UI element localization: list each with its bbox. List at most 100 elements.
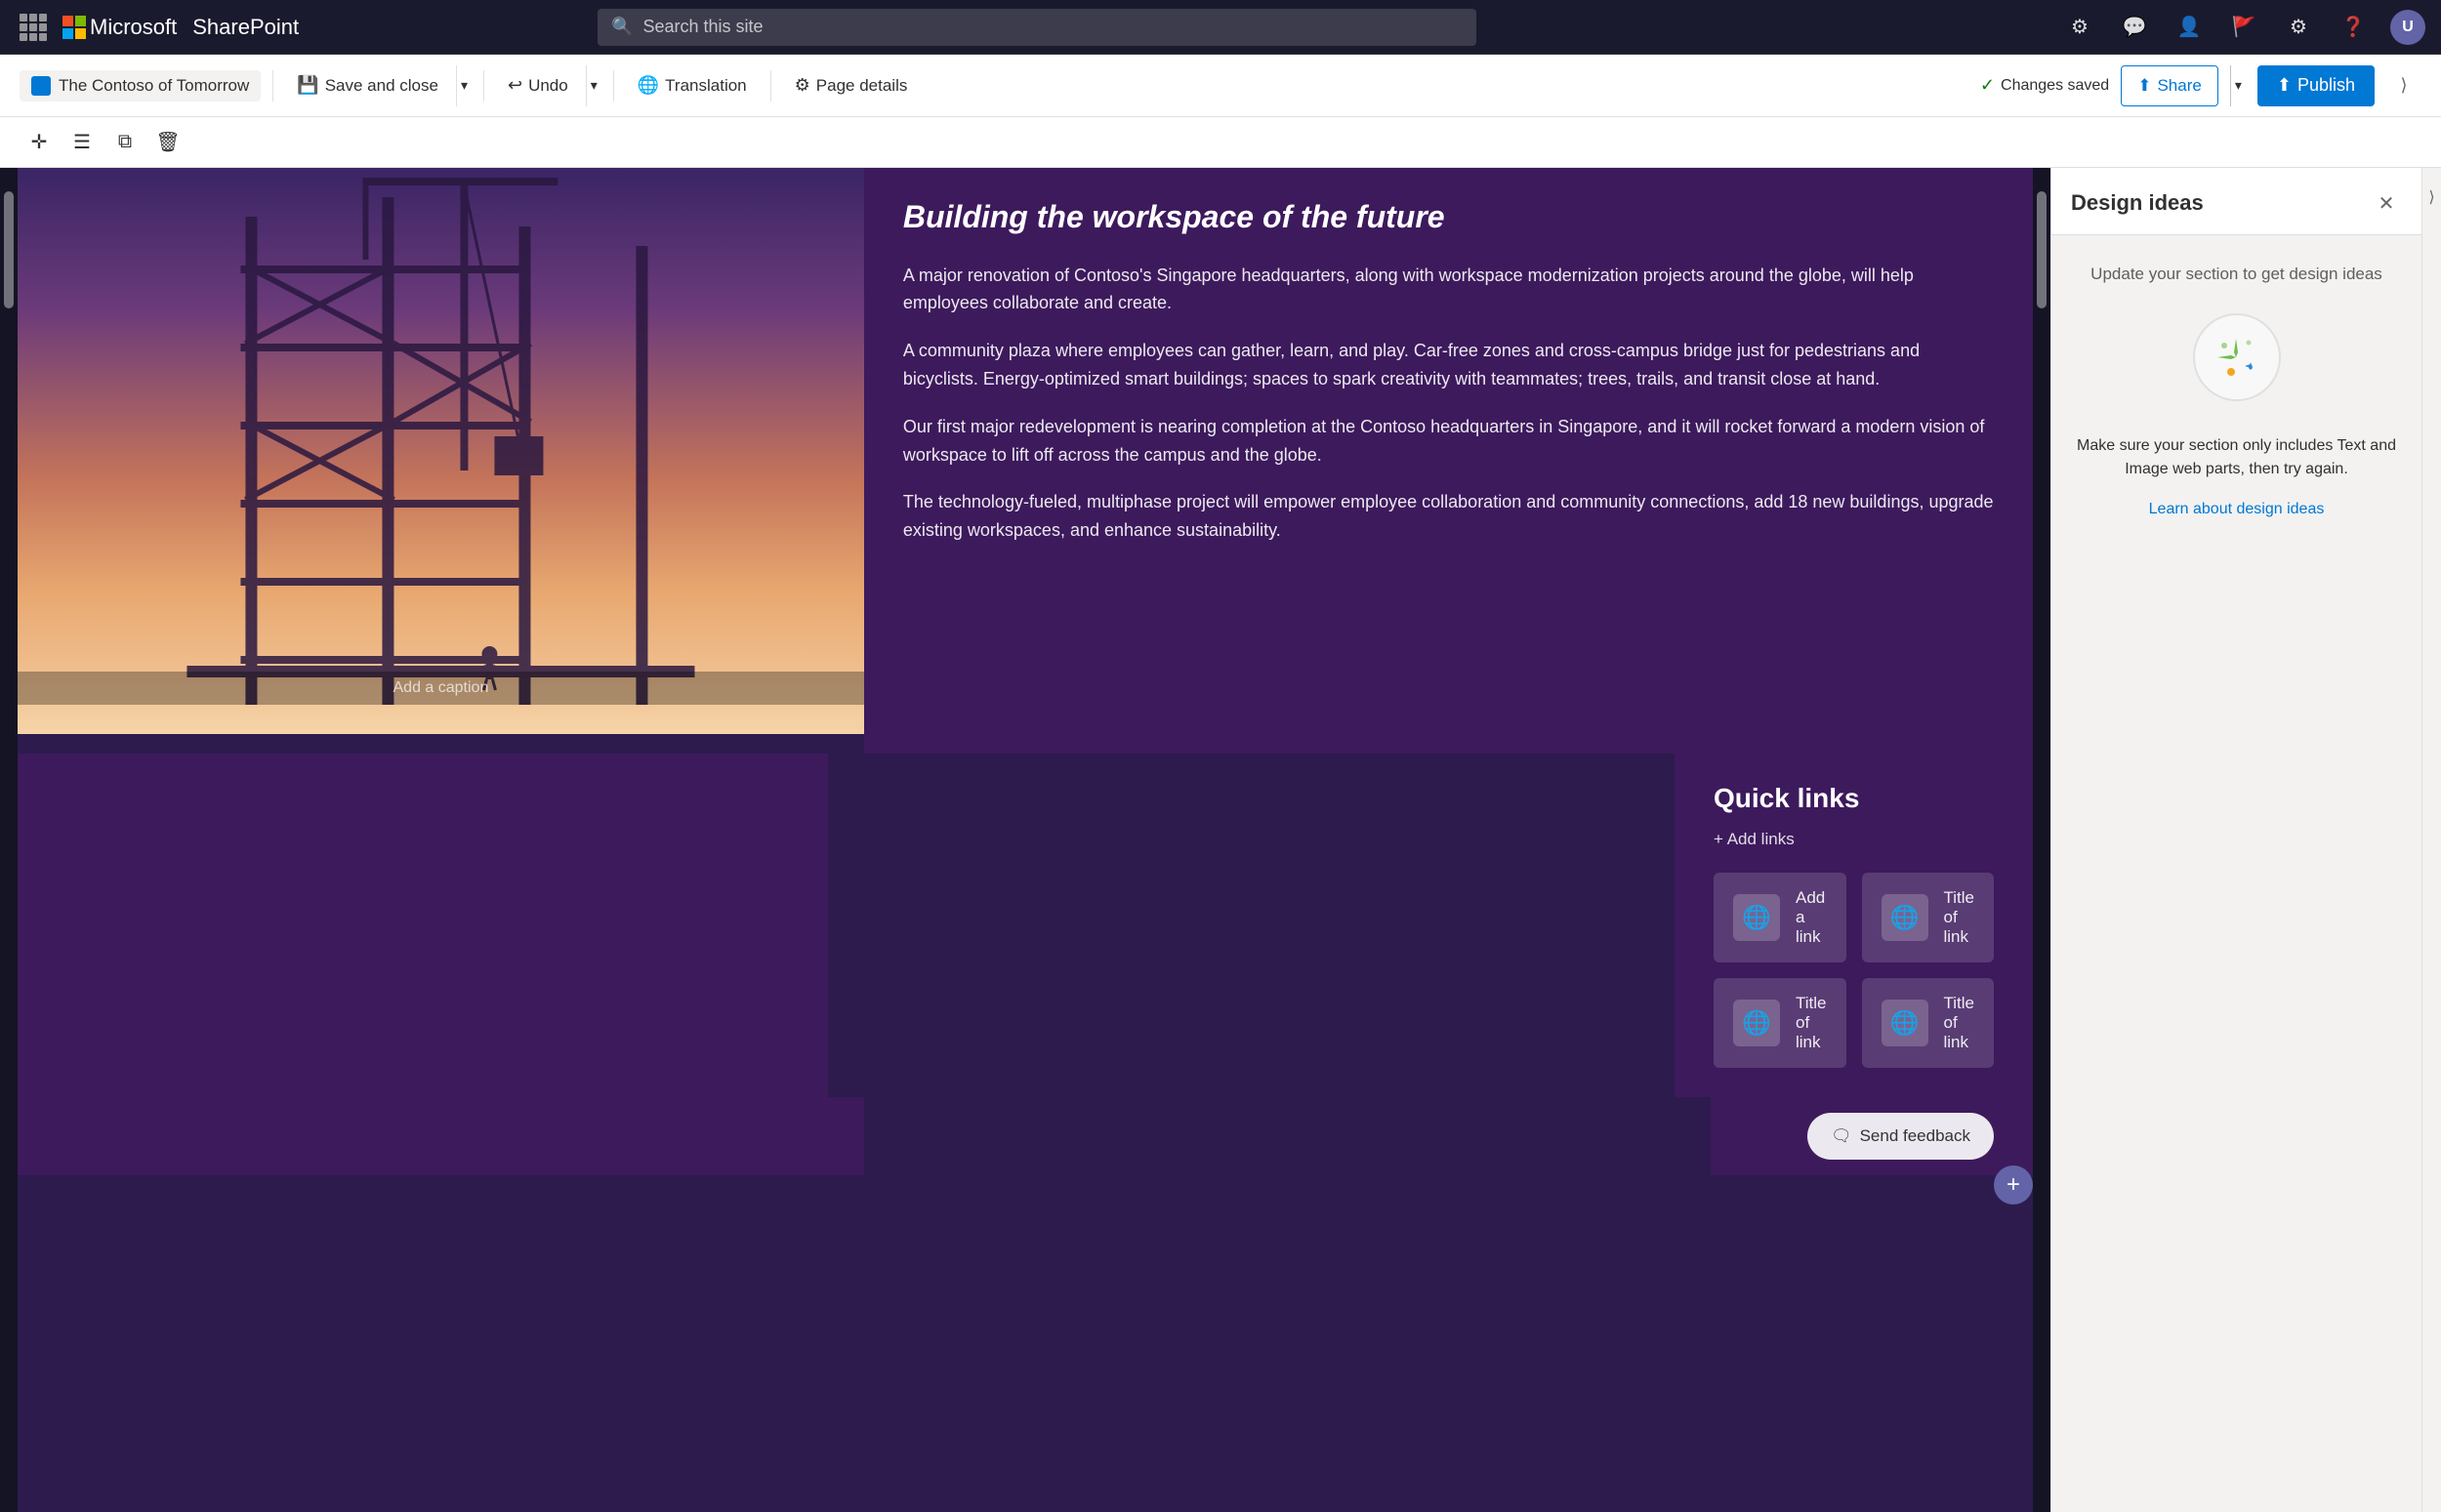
copy-section-button[interactable]: ⧉ [105, 123, 145, 162]
add-links-label: + Add links [1714, 830, 1795, 849]
image-caption[interactable]: Add a caption [18, 672, 864, 705]
changes-saved: ✓ Changes saved [1980, 75, 2109, 96]
edit-button[interactable]: ☰ [62, 123, 102, 162]
scaffold-svg [18, 168, 864, 734]
feedback-wrapper: 🗨 Send feedback [18, 1097, 2033, 1175]
quick-links-wrapper: Quick links + Add links 🌐 Add a link 🌐 [18, 754, 2033, 1097]
page-details-label: Page details [816, 76, 908, 96]
toolbar-left: The Contoso of Tomorrow 💾 Save and close… [20, 65, 1980, 106]
chat-button[interactable]: 💬 [2117, 10, 2152, 45]
quick-links-title: Quick links [1714, 783, 1994, 814]
quick-links-section: Quick links + Add links 🌐 Add a link 🌐 [1675, 754, 2033, 1097]
main-area: Add a caption Building the workspace of … [0, 168, 2441, 1512]
send-feedback-button[interactable]: 🗨 Send feedback [1807, 1113, 1994, 1160]
link-card-4[interactable]: 🌐 Title of link [1862, 978, 1995, 1068]
add-section-button[interactable]: + [1994, 1165, 2033, 1205]
contacts-button[interactable]: 👤 [2172, 10, 2207, 45]
undo-button[interactable]: ↩ Undo [496, 65, 580, 106]
translation-label: Translation [665, 76, 746, 96]
undo-icon: ↩ [508, 75, 522, 96]
feedback-label: Send feedback [1860, 1126, 1970, 1146]
link-card-3[interactable]: 🌐 Title of link [1714, 978, 1846, 1068]
nav-icons: ⚙ 💬 👤 🚩 ⚙ ❓ U [2062, 10, 2425, 45]
learn-design-ideas-link[interactable]: Learn about design ideas [2149, 501, 2325, 517]
design-panel-body: Update your section to get design ideas [2051, 235, 2421, 1512]
design-ideas-panel: Design ideas ✕ Update your section to ge… [2050, 168, 2421, 1512]
user-avatar[interactable]: U [2390, 10, 2425, 45]
translation-button[interactable]: 🌐 Translation [626, 65, 759, 106]
flag-button[interactable]: 🚩 [2226, 10, 2261, 45]
link-icon-4: 🌐 [1882, 1000, 1928, 1046]
left-scrollbar[interactable] [0, 168, 18, 1512]
right-collapse-strip: ⟩ [2421, 168, 2441, 1512]
image-column: Add a caption [18, 168, 864, 754]
search-bar[interactable]: 🔍 [598, 9, 1476, 46]
delete-section-button[interactable]: 🗑 [148, 123, 187, 162]
link-title-3: Title of link [1796, 994, 1827, 1052]
section-title: Building the workspace of the future [903, 197, 1994, 238]
share-button[interactable]: ⬆ Share [2121, 65, 2218, 106]
design-panel-title: Design ideas [2071, 190, 2204, 216]
design-panel-close[interactable]: ✕ [2371, 187, 2402, 219]
collapse-button[interactable]: ⟩ [2386, 68, 2421, 103]
search-input[interactable] [642, 17, 1463, 37]
link-title-1: Add a link [1796, 888, 1827, 947]
design-panel-header: Design ideas ✕ [2051, 168, 2421, 235]
save-close-label: Save and close [325, 76, 438, 96]
link-title-4: Title of link [1944, 994, 1975, 1052]
undo-arrow[interactable]: ▾ [586, 65, 601, 106]
search-icon: 🔍 [611, 17, 633, 37]
link-card-2[interactable]: 🌐 Title of link [1862, 873, 1995, 962]
move-button[interactable]: ✛ [20, 123, 59, 162]
feedback-icon: 🗨 [1831, 1126, 1852, 1146]
publish-wrap: ⬆ Publish [2257, 65, 2375, 106]
paragraph-4: The technology-fueled, multiphase projec… [903, 488, 1994, 545]
share-icon: ⬆ [2137, 76, 2151, 96]
publish-label: Publish [2297, 75, 2355, 96]
sparkle-svg [2210, 331, 2263, 385]
text-column: Building the workspace of the future A m… [864, 168, 2033, 754]
design-body-text: Make sure your section only includes Tex… [2075, 434, 2398, 481]
right-scrollbar[interactable] [2033, 168, 2050, 1512]
page-details-button[interactable]: ⚙ Page details [783, 65, 920, 106]
link-title-2: Title of link [1944, 888, 1975, 947]
right-collapse-button[interactable]: ⟩ [2428, 187, 2434, 207]
link-icon-2: 🌐 [1882, 894, 1928, 941]
undo-label: Undo [528, 76, 568, 96]
page-details-icon: ⚙ [795, 75, 810, 96]
construction-image: Add a caption [18, 168, 864, 734]
edit-toolbar: ✛ ☰ ⧉ 🗑 [0, 117, 2441, 168]
link-card-1[interactable]: 🌐 Add a link [1714, 873, 1846, 962]
links-grid: 🌐 Add a link 🌐 Title of link 🌐 Title of … [1714, 873, 1994, 1068]
page-toolbar: The Contoso of Tomorrow 💾 Save and close… [0, 55, 2441, 117]
help-button[interactable]: ❓ [2336, 10, 2371, 45]
apps-grid-button[interactable] [16, 10, 51, 45]
microsoft-text: Microsoft [90, 15, 177, 40]
publish-button[interactable]: ⬆ Publish [2257, 65, 2375, 106]
toolbar-right: ✓ Changes saved ⬆ Share ▾ ⬆ Publish ⟩ [1980, 65, 2421, 106]
paragraph-2: A community plaza where employees can ga… [903, 337, 1994, 393]
design-update-text: Update your section to get design ideas [2075, 265, 2398, 284]
top-navigation: Microsoft SharePoint 🔍 ⚙ 💬 👤 🚩 ⚙ ❓ U [0, 0, 2441, 55]
microsoft-logo: Microsoft [62, 15, 177, 40]
paragraph-3: Our first major redevelopment is nearing… [903, 413, 1994, 470]
save-close-button[interactable]: 💾 Save and close [285, 65, 450, 106]
paragraph-1: A major renovation of Contoso's Singapor… [903, 262, 1994, 318]
feedback-bar: 🗨 Send feedback [1711, 1097, 2033, 1175]
publish-icon: ⬆ [2277, 75, 2292, 96]
changes-saved-label: Changes saved [2001, 77, 2109, 95]
check-icon: ✓ [1980, 75, 1995, 96]
translation-icon: 🌐 [638, 75, 659, 96]
share-arrow[interactable]: ▾ [2230, 65, 2246, 106]
save-close-arrow[interactable]: ▾ [456, 65, 472, 106]
site-tag[interactable]: The Contoso of Tomorrow [20, 70, 261, 102]
accessibility-button[interactable]: ⚙ [2062, 10, 2097, 45]
lightbulb-icon [2188, 313, 2286, 411]
two-col-section: Add a caption Building the workspace of … [18, 168, 2033, 754]
link-icon-3: 🌐 [1733, 1000, 1780, 1046]
content-area: Add a caption Building the workspace of … [18, 168, 2033, 1512]
site-name: The Contoso of Tomorrow [59, 76, 249, 96]
save-icon: 💾 [297, 75, 318, 96]
settings-button[interactable]: ⚙ [2281, 10, 2316, 45]
add-links-button[interactable]: + Add links [1714, 830, 1994, 849]
